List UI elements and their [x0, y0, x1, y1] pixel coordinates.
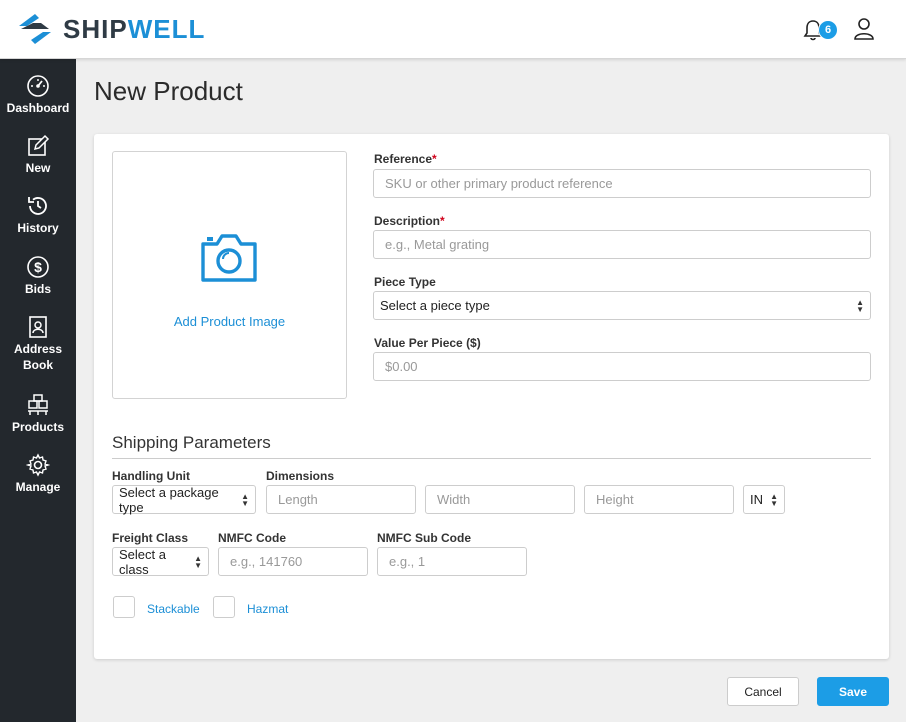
select-arrows-icon: ▲ ▼ [241, 491, 249, 508]
dimension-unit-value: IN [750, 492, 763, 507]
sidebar-item-label: Book [23, 358, 53, 372]
nmfc-code-input[interactable]: e.g., 141760 [218, 547, 368, 576]
add-product-image-link[interactable]: Add Product Image [113, 314, 346, 329]
dollar-circle-icon: $ [27, 256, 49, 278]
save-button[interactable]: Save [817, 677, 889, 706]
height-input[interactable]: Height [584, 485, 734, 514]
nmfc-sub-code-input[interactable]: e.g., 1 [377, 547, 527, 576]
description-input[interactable]: e.g., Metal grating [373, 230, 871, 259]
reference-input[interactable]: SKU or other primary product reference [373, 169, 871, 198]
required-mark: * [440, 214, 445, 228]
freight-class-label: Freight Class [112, 531, 189, 545]
sidebar-item-bids[interactable]: $ Bids [0, 255, 76, 297]
sidebar-item-dashboard[interactable]: Dashboard [0, 74, 76, 116]
hazmat-checkbox[interactable] [213, 596, 235, 618]
select-arrows-icon: ▲ ▼ [770, 491, 778, 508]
select-arrows-icon: ▲ ▼ [194, 553, 202, 570]
shipping-parameters-title: Shipping Parameters [112, 433, 271, 452]
sidebar-item-label: Manage [15, 480, 61, 494]
user-profile-icon[interactable] [853, 17, 875, 41]
dashboard-gauge-icon [27, 75, 49, 97]
svg-text:$: $ [34, 259, 42, 275]
sidebar-item-history[interactable]: History [0, 194, 76, 236]
hazmat-label[interactable]: Hazmat [247, 602, 288, 616]
notification-count-badge[interactable]: 6 [818, 20, 838, 40]
handling-unit-value: Select a package type [119, 484, 219, 515]
dimensions-label: Dimensions [266, 469, 335, 483]
stackable-label[interactable]: Stackable [147, 602, 200, 616]
sidebar-item-label: New [25, 161, 51, 175]
brand-name-ship: SHIP [63, 13, 128, 44]
reference-label: Reference* [374, 152, 437, 166]
sidebar-nav: Dashboard New History $ Bids Address Boo… [0, 59, 76, 722]
section-divider [112, 458, 871, 459]
boxes-icon [28, 394, 48, 415]
gear-icon [26, 453, 50, 477]
piece-type-value: Select a piece type [380, 298, 490, 313]
sidebar-item-label: Dashboard [6, 101, 70, 115]
width-input[interactable]: Width [425, 485, 575, 514]
brand-name-well: WELL [127, 13, 206, 44]
shipwell-logo-icon [19, 14, 51, 44]
value-per-piece-label: Value Per Piece ($) [374, 336, 481, 350]
product-form-card: Add Product Image Reference* SKU or othe… [94, 134, 889, 659]
sidebar-item-label: Bids [24, 282, 51, 296]
address-book-icon [29, 316, 47, 338]
length-input[interactable]: Length [266, 485, 416, 514]
value-per-piece-input[interactable]: $0.00 [373, 352, 871, 381]
history-clock-icon [28, 197, 47, 215]
dimension-unit-select[interactable]: IN ▲ ▼ [743, 485, 785, 514]
top-header: SHIPWELL 6 [0, 0, 906, 59]
cancel-button[interactable]: Cancel [727, 677, 799, 706]
sidebar-item-manage[interactable]: Manage [0, 453, 76, 495]
nmfc-sub-code-label: NMFC Sub Code [377, 531, 471, 545]
sidebar-item-label: Products [11, 420, 64, 434]
handling-unit-label: Handling Unit [112, 469, 190, 483]
page-title: New Product [94, 76, 243, 106]
piece-type-label: Piece Type [374, 275, 436, 289]
sidebar-item-label: Address [13, 342, 63, 356]
freight-class-select[interactable]: Select a class ▲ ▼ [112, 546, 209, 577]
product-image-upload[interactable]: Add Product Image [112, 151, 347, 399]
piece-type-select[interactable]: Select a piece type ▲ ▼ [373, 291, 871, 320]
camera-icon [201, 234, 257, 282]
pencil-square-icon [28, 134, 50, 156]
shipwell-logo[interactable]: SHIPWELL [17, 12, 205, 46]
required-mark: * [432, 152, 437, 166]
select-arrows-icon: ▲ ▼ [856, 297, 864, 314]
stackable-checkbox[interactable] [113, 596, 135, 618]
sidebar-item-new[interactable]: New [0, 134, 76, 176]
sidebar-item-address-book[interactable]: Address Book [0, 315, 76, 373]
nmfc-code-label: NMFC Code [218, 531, 286, 545]
sidebar-item-products[interactable]: Products [0, 393, 76, 435]
freight-class-value: Select a class [119, 546, 166, 577]
sidebar-item-label: History [17, 221, 59, 235]
handling-unit-select[interactable]: Select a package type ▲ ▼ [112, 484, 256, 515]
description-label: Description* [374, 214, 445, 228]
